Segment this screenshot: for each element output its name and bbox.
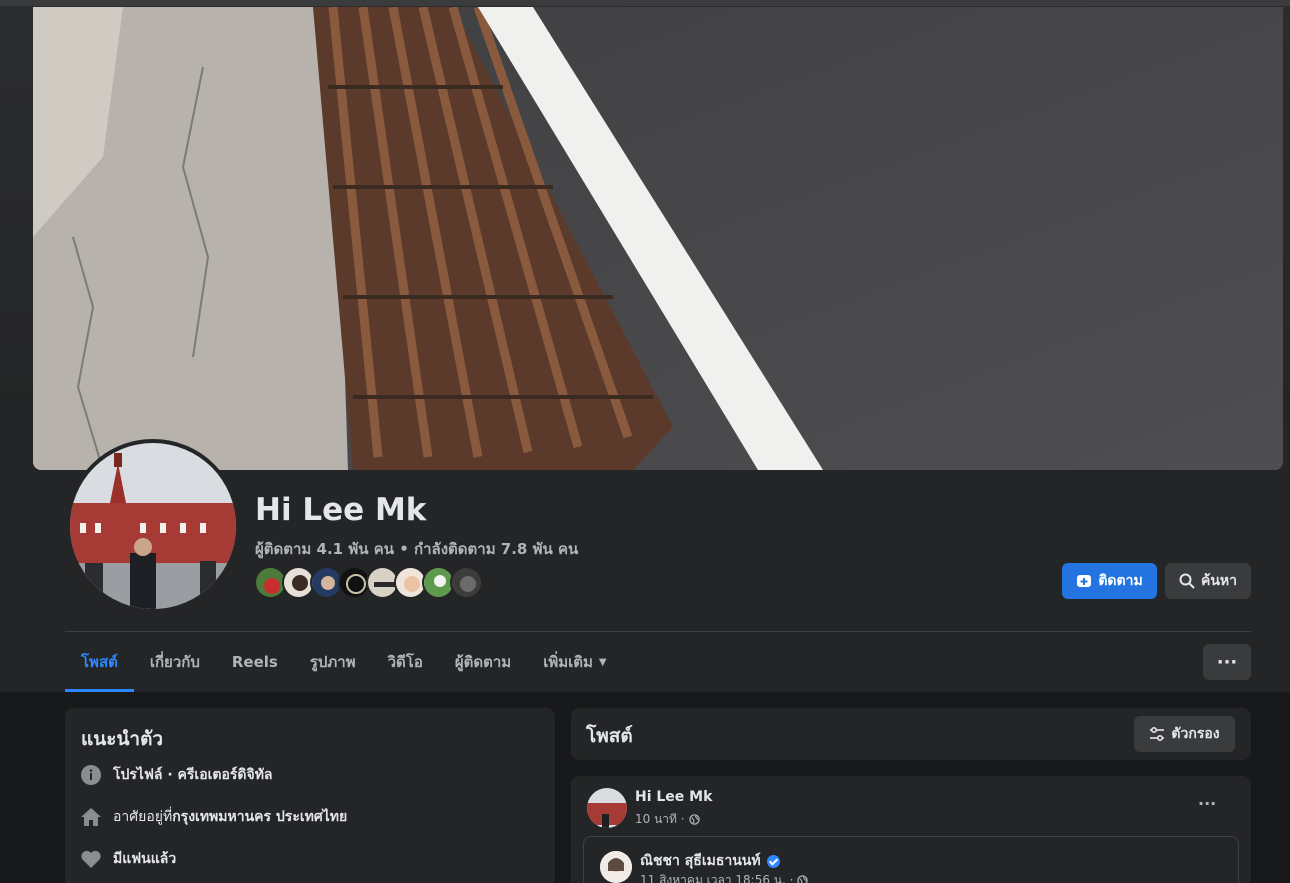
filter-icon bbox=[1149, 726, 1165, 742]
more-options-button[interactable]: ··· bbox=[1203, 644, 1251, 680]
post-author-name[interactable]: Hi Lee Mk bbox=[635, 789, 712, 805]
info-icon bbox=[81, 765, 101, 785]
tab-about[interactable]: เกี่ยวกับ bbox=[134, 632, 216, 692]
cover-photo[interactable] bbox=[33, 7, 1283, 470]
search-label: ค้นหา bbox=[1200, 573, 1238, 589]
follow-button[interactable]: ติดตาม bbox=[1062, 563, 1157, 599]
profile-name: Hi Lee Mk bbox=[255, 492, 427, 528]
heart-icon bbox=[81, 849, 101, 869]
intro-row-profile: โปรไฟล์ · ครีเอเตอร์ดิจิทัล bbox=[81, 764, 273, 786]
tab-reels[interactable]: Reels bbox=[216, 632, 294, 692]
post-options-button[interactable]: ··· bbox=[1198, 794, 1216, 813]
intro-row-location: อาศัยอยู่ที่ กรุงเทพมหานคร ประเทศไทย bbox=[81, 806, 347, 828]
globe-icon bbox=[797, 875, 809, 883]
posts-header: โพสต์ ตัวกรอง bbox=[571, 708, 1251, 760]
tab-more[interactable]: เพิ่มเติม ▼ bbox=[527, 632, 622, 692]
caret-down-icon: ▼ bbox=[598, 656, 607, 668]
home-icon bbox=[81, 807, 101, 827]
follower-avatars[interactable] bbox=[254, 566, 483, 600]
post-timestamp[interactable]: 10 นาที · bbox=[635, 810, 700, 829]
globe-icon bbox=[688, 814, 700, 825]
intro-card: แนะนำตัว โปรไฟล์ · ครีเอเตอร์ดิจิทัล อาศ… bbox=[65, 708, 555, 883]
follower-avatar[interactable] bbox=[450, 566, 483, 599]
shared-timestamp[interactable]: 11 สิงหาคม เวลา 18:56 น. · bbox=[640, 871, 809, 883]
follow-stats[interactable]: ผู้ติดตาม 4.1 พัน คน • กำลังติดตาม 7.8 พ… bbox=[255, 537, 578, 561]
shared-post[interactable]: ณิชชา สุธีเมธานนท์ 11 สิงหาคม เวลา 18:56… bbox=[583, 836, 1239, 883]
search-icon bbox=[1179, 573, 1195, 589]
post-author-avatar[interactable] bbox=[587, 788, 627, 828]
tab-photos[interactable]: รูปภาพ bbox=[294, 632, 372, 692]
filter-label: ตัวกรอง bbox=[1171, 726, 1220, 742]
tab-followers[interactable]: ผู้ติดตาม bbox=[439, 632, 527, 692]
shared-author-name[interactable]: ณิชชา สุธีเมธานนท์ bbox=[640, 850, 780, 872]
search-button[interactable]: ค้นหา bbox=[1165, 563, 1251, 599]
post-card: Hi Lee Mk 10 นาที · ··· ณิชชา สุธีเมธานน… bbox=[571, 776, 1251, 883]
profile-tabs: โพสต์ เกี่ยวกับ Reels รูปภาพ วิดีโอ ผู้ต… bbox=[65, 632, 623, 692]
tab-posts[interactable]: โพสต์ bbox=[65, 632, 134, 692]
follow-icon bbox=[1076, 573, 1092, 589]
posts-title: โพสต์ bbox=[586, 725, 633, 747]
shared-author-avatar[interactable] bbox=[600, 851, 632, 883]
intro-row-relationship: มีแฟนแล้ว bbox=[81, 848, 176, 870]
profile-avatar[interactable] bbox=[66, 439, 240, 613]
filter-button[interactable]: ตัวกรอง bbox=[1134, 716, 1235, 752]
tab-videos[interactable]: วิดีโอ bbox=[372, 632, 439, 692]
verified-badge-icon bbox=[766, 854, 780, 868]
follow-label: ติดตาม bbox=[1098, 573, 1143, 589]
intro-title: แนะนำตัว bbox=[81, 728, 164, 750]
